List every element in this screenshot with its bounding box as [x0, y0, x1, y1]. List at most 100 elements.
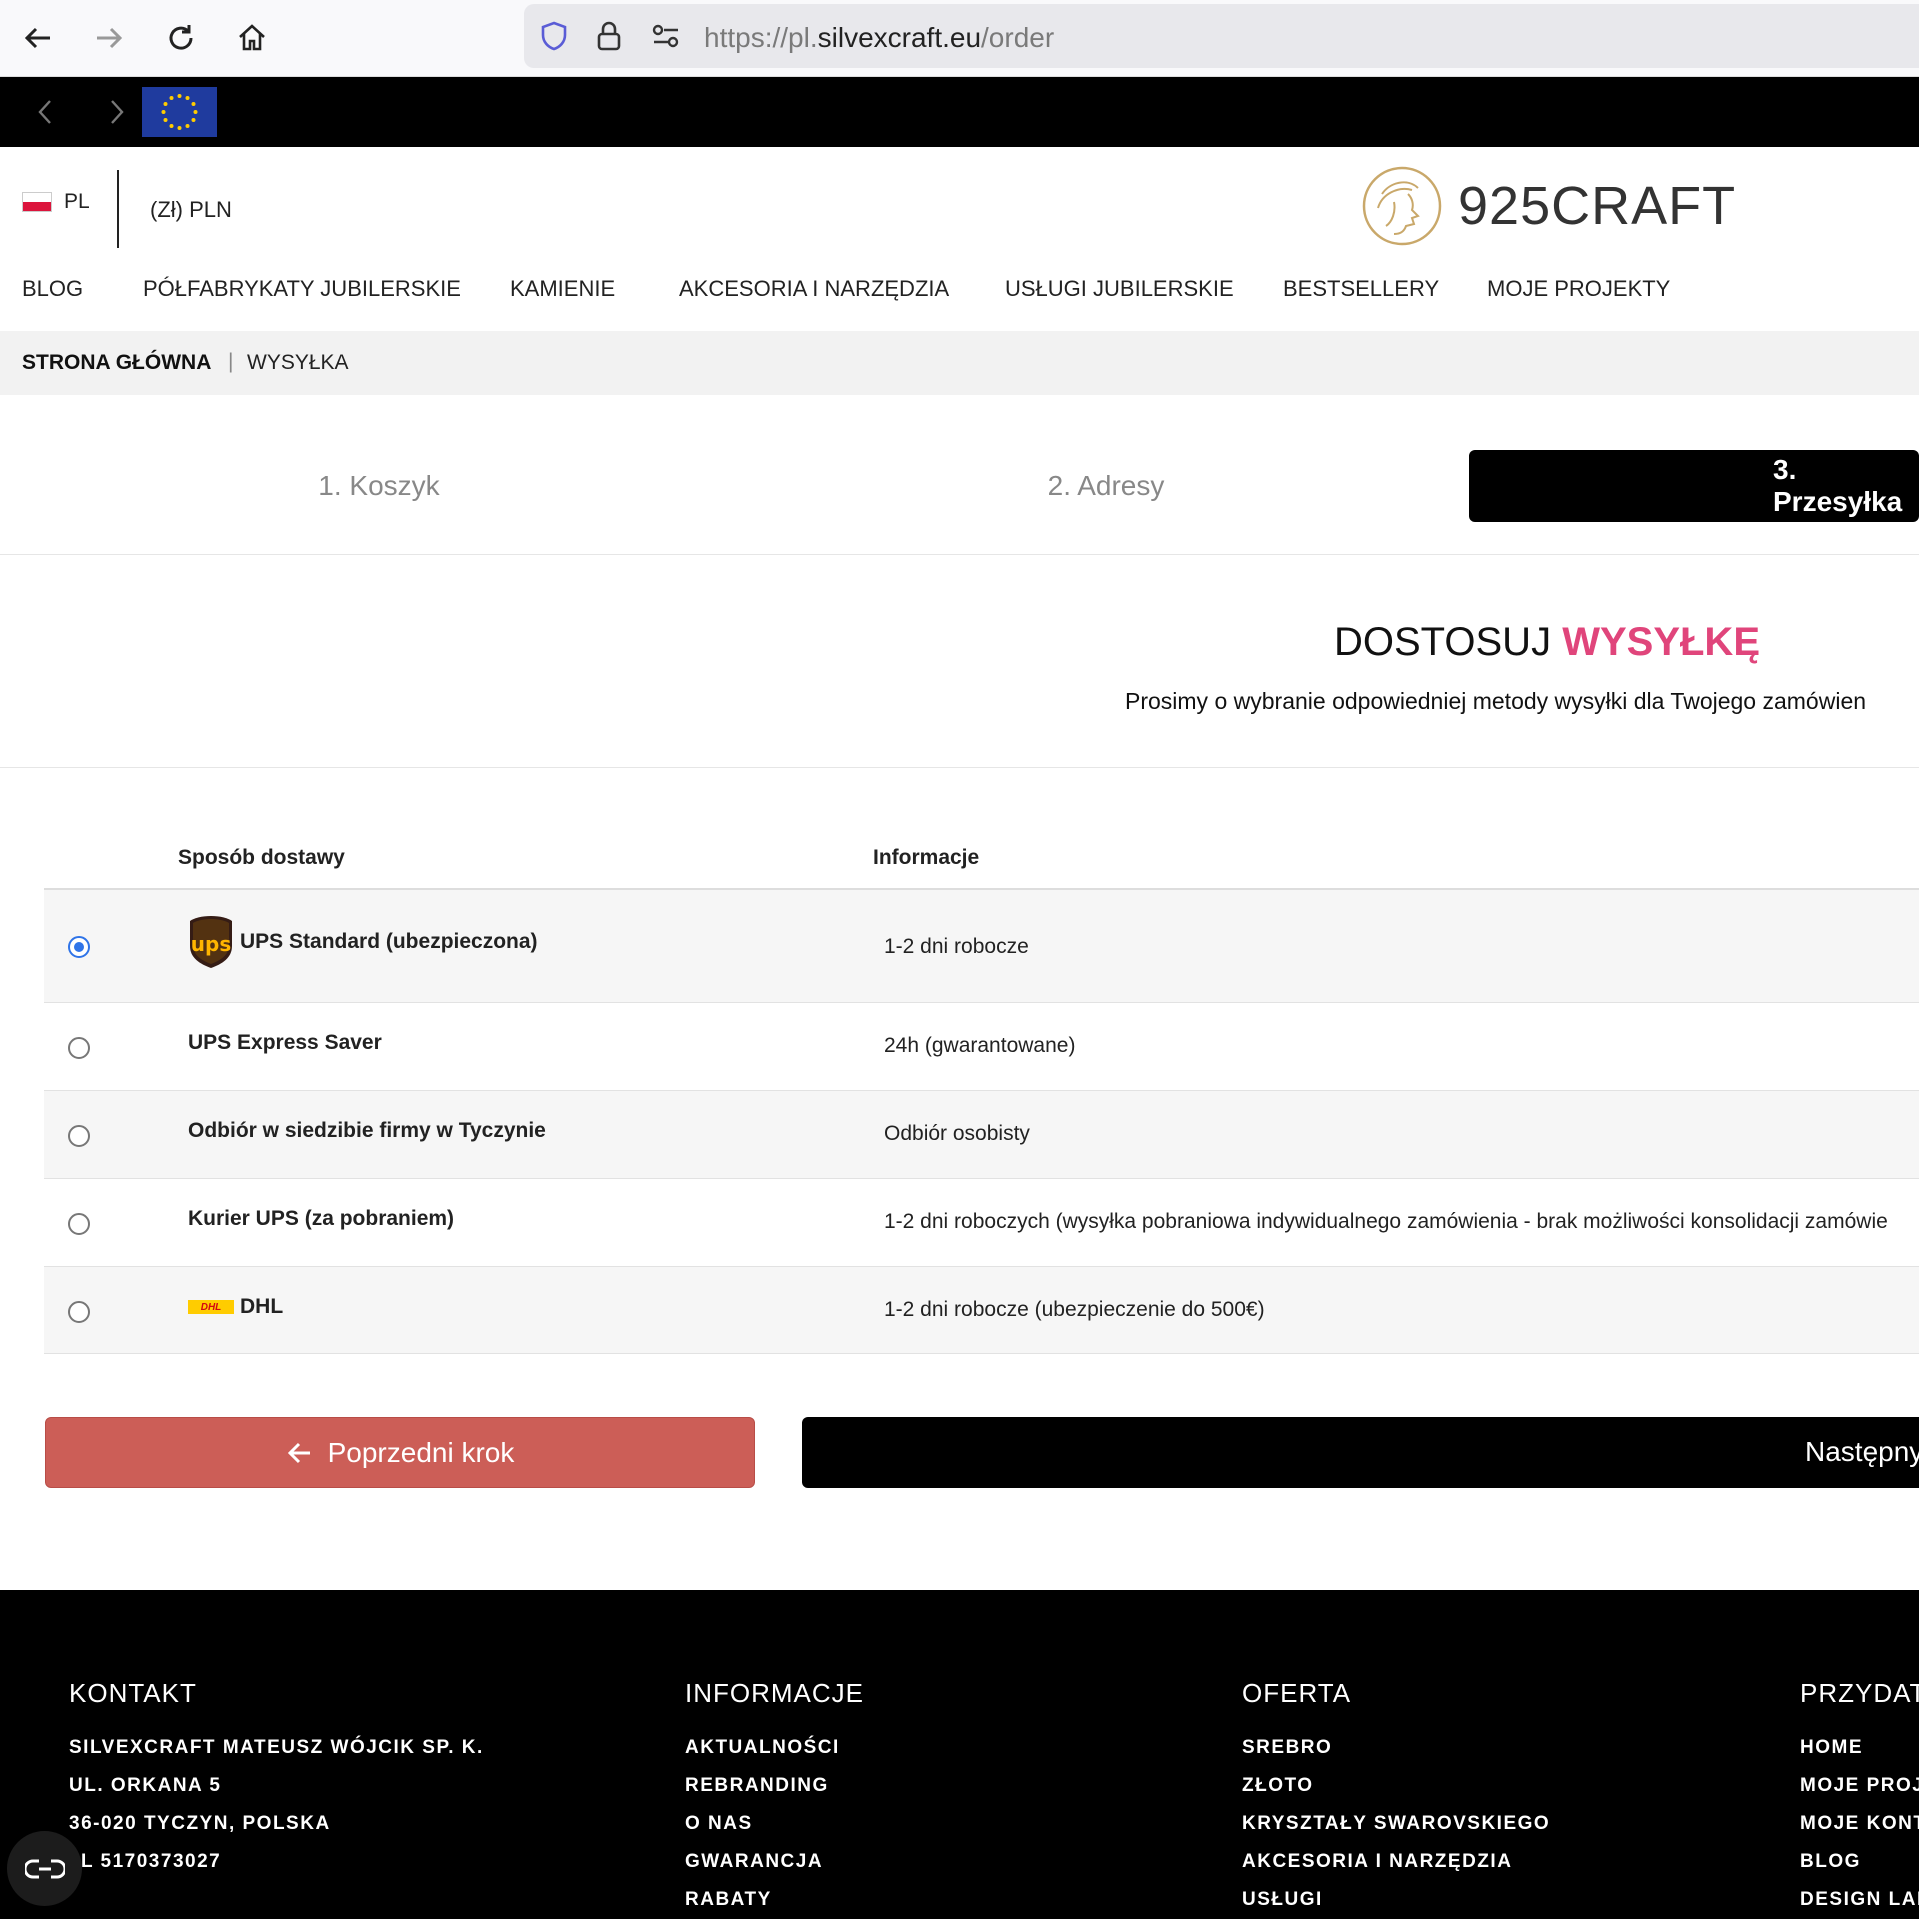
breadcrumb-current: WYSYŁKA [247, 351, 349, 374]
home-icon [239, 24, 265, 51]
shipping-option-ups-cod[interactable]: Kurier UPS (za pobraniem) 1-2 dni robocz… [44, 1179, 1919, 1267]
radio-button[interactable] [68, 1125, 90, 1147]
radio-button[interactable] [68, 1037, 90, 1059]
previous-step-button[interactable]: Poprzedni krok [45, 1417, 755, 1488]
currency-selector[interactable]: (Zł) PLN [150, 197, 232, 223]
footer-link[interactable]: MOJE KONT [1800, 1813, 1919, 1851]
footer-contact-title: KONTAKT [69, 1678, 197, 1708]
footer-company: SILVEXCRAFT MATEUSZ WÓJCIK SP. K. [69, 1737, 484, 1758]
dhl-logo-icon: DHL [188, 1300, 234, 1314]
footer-street: UL. ORKANA 5 [69, 1775, 222, 1796]
shipping-option-pickup[interactable]: Odbiór w siedzibie firmy w Tyczynie Odbi… [44, 1091, 1919, 1179]
footer-link[interactable]: AKTUALNOŚCI [685, 1737, 864, 1775]
shipping-option-ups-express[interactable]: UPS Express Saver 24h (gwarantowane) [44, 1003, 1919, 1091]
page-title: DOSTOSUJ WYSYŁKĘ [1334, 620, 1760, 665]
site-logo[interactable]: 925CRAFT [1360, 164, 1736, 248]
language-label: PL [64, 190, 90, 213]
nav-item-kamienie[interactable]: KAMIENIE [510, 276, 615, 302]
footer-link[interactable]: AKCESORIA I NARZĘDZIA [1242, 1851, 1550, 1889]
footer-link[interactable]: MOJE PROJ [1800, 1775, 1919, 1813]
method-name: DHL DHL [188, 1295, 283, 1319]
footer-city: 36-020 TYCZYN, POLSKA [69, 1813, 331, 1834]
column-header-info: Informacje [873, 846, 980, 869]
method-info: 1-2 dni robocze (ubezpieczenie do 500€) [884, 1298, 1265, 1321]
nav-item-polfabrykaty[interactable]: PÓŁFABRYKATY JUBILERSKIE [143, 276, 461, 302]
next-step-label: Następny [1805, 1436, 1919, 1467]
footer-link[interactable]: GWARANCJA [685, 1851, 864, 1889]
reload-button[interactable] [157, 14, 205, 62]
shipping-option-ups-standard[interactable]: ups UPS Standard (ubezpieczona) 1-2 dni … [44, 890, 1919, 1003]
header-divider [117, 170, 119, 248]
divider [0, 767, 1919, 768]
breadcrumb-separator: | [228, 350, 234, 373]
step-cart[interactable]: 1. Koszyk [0, 450, 758, 522]
home-button[interactable] [228, 14, 276, 62]
footer-link[interactable]: USŁUGI [1242, 1889, 1550, 1919]
footer-offer-title: OFERTA [1242, 1678, 1352, 1708]
method-label: Kurier UPS (za pobraniem) [188, 1207, 455, 1230]
footer-useful: PRZYDAT HOME MOJE PROJ MOJE KONT BLOG DE… [1800, 1678, 1919, 1919]
title-main: DOSTOSUJ [1334, 620, 1552, 664]
url-text[interactable]: https://pl.silvexcraft.eu/order [704, 22, 1054, 54]
woman-profile-logo-icon [1362, 166, 1442, 246]
logo-text: 925CRAFT [1458, 176, 1737, 236]
nav-item-uslugi[interactable]: USŁUGI JUBILERSKIE [1005, 276, 1234, 302]
back-button[interactable] [14, 14, 62, 62]
breadcrumb: STRONA GŁÓWNA | WYSYŁKA [0, 331, 1919, 395]
footer-useful-title: PRZYDAT [1800, 1678, 1919, 1708]
footer-link[interactable]: ZŁOTO [1242, 1775, 1550, 1813]
forward-button[interactable] [85, 14, 133, 62]
page-subtitle: Prosimy o wybranie odpowiedniej metody w… [1125, 688, 1867, 714]
footer-link[interactable]: O NAS [685, 1813, 864, 1851]
chevron-right-icon[interactable] [104, 97, 128, 127]
footer-link[interactable]: KRYSZTAŁY SWAROVSKIEGO [1242, 1813, 1550, 1851]
footer-link[interactable]: SREBRO [1242, 1737, 1550, 1775]
shipping-option-dhl[interactable]: DHL DHL 1-2 dni robocze (ubezpieczenie d… [44, 1267, 1919, 1354]
nav-item-moje-projekty[interactable]: MOJE PROJEKTY [1487, 276, 1670, 302]
nav-item-akcesoria[interactable]: AKCESORIA I NARZĘDZIA [679, 276, 949, 302]
browser-toolbar: https://pl.silvexcraft.eu/order [0, 0, 1919, 77]
radio-button[interactable] [68, 1301, 90, 1323]
footer-link[interactable]: RABATY [685, 1889, 864, 1919]
breadcrumb-home[interactable]: STRONA GŁÓWNA [22, 351, 211, 375]
footer: KONTAKT SILVEXCRAFT MATEUSZ WÓJCIK SP. K… [0, 1590, 1919, 1919]
footer-offer: OFERTA SREBRO ZŁOTO KRYSZTAŁY SWAROVSKIE… [1242, 1678, 1550, 1919]
accessibility-widget-button[interactable] [7, 1831, 82, 1906]
glasses-icon [24, 1859, 65, 1878]
divider [0, 554, 1919, 555]
footer-link[interactable]: BLOG [1800, 1851, 1919, 1889]
step-shipping[interactable]: 3. Przesyłka [1469, 450, 1919, 522]
method-info: 24h (gwarantowane) [884, 1034, 1076, 1057]
method-name: Odbiór w siedzibie firmy w Tyczynie [188, 1119, 546, 1143]
next-step-button[interactable]: Następny [802, 1417, 1919, 1488]
method-info: 1-2 dni robocze [884, 935, 1029, 958]
title-accent: WYSYŁKĘ [1562, 620, 1760, 664]
back-arrow-icon [24, 27, 50, 49]
previous-step-label: Poprzedni krok [327, 1436, 515, 1468]
method-label: UPS Express Saver [188, 1031, 382, 1054]
nav-item-blog[interactable]: BLOG [22, 276, 83, 302]
step-addresses[interactable]: 2. Adresy [728, 450, 1484, 522]
method-name: ups UPS Standard (ubezpieczona) [188, 915, 538, 969]
nav-item-bestsellery[interactable]: BESTSELLERY [1283, 276, 1439, 302]
reload-icon [169, 25, 193, 50]
language-selector[interactable]: PL [22, 190, 90, 214]
radio-button[interactable] [68, 1213, 90, 1235]
footer-info: INFORMACJE AKTUALNOŚCI REBRANDING O NAS … [685, 1678, 864, 1919]
lock-icon[interactable] [594, 20, 624, 52]
footer-link[interactable]: REBRANDING [685, 1775, 864, 1813]
method-info: 1-2 dni roboczych (wysyłka pobraniowa in… [884, 1210, 1888, 1233]
address-bar[interactable]: https://pl.silvexcraft.eu/order [524, 4, 1919, 68]
radio-button[interactable] [68, 936, 90, 958]
poland-flag-icon [22, 192, 52, 212]
top-banner [0, 77, 1919, 147]
url-path: /order [981, 22, 1055, 53]
arrow-left-icon [287, 1442, 310, 1463]
shield-icon[interactable] [538, 20, 570, 52]
site-settings-icon[interactable] [650, 22, 682, 50]
chevron-left-icon[interactable] [34, 97, 58, 127]
method-label: DHL [240, 1295, 284, 1318]
footer-link[interactable]: DESIGN LAB [1800, 1889, 1919, 1919]
footer-link[interactable]: HOME [1800, 1737, 1919, 1775]
forward-arrow-icon [97, 27, 123, 49]
